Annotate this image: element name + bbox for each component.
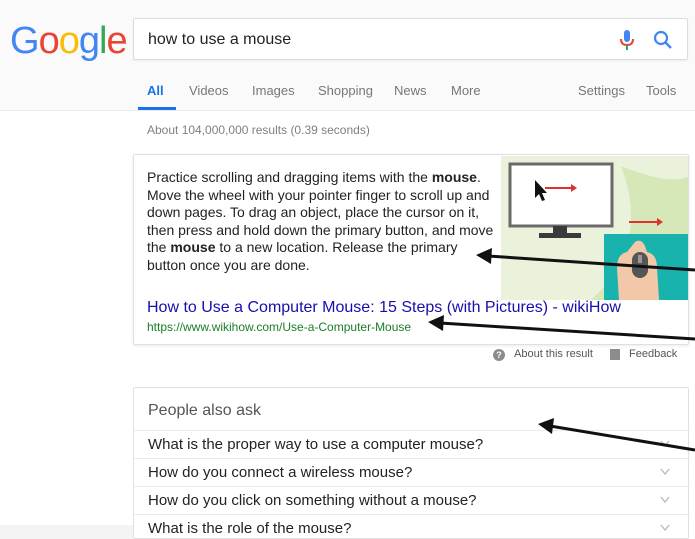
feedback-link[interactable]: Feedback <box>629 348 677 360</box>
feedback-flag-icon[interactable] <box>610 349 620 360</box>
magnifier-icon[interactable] <box>652 29 674 51</box>
tab-videos[interactable]: Videos <box>189 83 229 98</box>
help-circle-icon[interactable]: ? <box>493 349 505 361</box>
tab-tools[interactable]: Tools <box>646 83 676 98</box>
snippet-text: Practice scrolling and dragging items wi… <box>147 169 497 274</box>
logo-letter: G <box>10 20 40 62</box>
search-input[interactable]: how to use a mouse <box>148 31 291 49</box>
paa-question: What is the role of the mouse? <box>148 520 352 537</box>
logo-letter: o <box>38 20 60 62</box>
snippet-text-part: Practice scrolling and dragging items wi… <box>147 169 432 185</box>
microphone-icon[interactable] <box>616 28 638 52</box>
logo-letter: g <box>78 20 100 62</box>
page-footer-strip <box>0 525 133 539</box>
result-url[interactable]: https://www.wikihow.com/Use-a-Computer-M… <box>147 320 411 334</box>
paa-question: How do you click on something without a … <box>148 492 477 509</box>
chevron-down-icon <box>660 468 670 476</box>
tab-settings[interactable]: Settings <box>578 83 625 98</box>
tab-all[interactable]: All <box>147 83 164 98</box>
logo-letter: o <box>58 20 80 62</box>
paa-question: What is the proper way to use a computer… <box>148 436 484 453</box>
chevron-down-icon <box>660 524 670 532</box>
tab-news[interactable]: News <box>394 83 427 98</box>
paa-question-row[interactable]: What is the proper way to use a computer… <box>134 430 690 458</box>
chevron-down-icon <box>660 440 670 448</box>
paa-title: People also ask <box>148 402 261 419</box>
paa-question-row[interactable]: What is the role of the mouse? <box>134 514 690 539</box>
logo-letter: e <box>106 20 127 62</box>
tab-images[interactable]: Images <box>252 83 295 98</box>
snippet-bold-term: mouse <box>170 239 216 255</box>
paa-question: How do you connect a wireless mouse? <box>148 464 413 481</box>
people-also-ask-card: People also ask What is the proper way t… <box>133 387 690 539</box>
snippet-thumbnail[interactable] <box>501 156 689 300</box>
paa-question-row[interactable]: How do you connect a wireless mouse? <box>134 458 690 486</box>
chevron-down-icon <box>660 496 670 504</box>
tab-shopping[interactable]: Shopping <box>318 83 373 98</box>
google-logo[interactable]: Google <box>10 19 128 63</box>
active-tab-indicator <box>138 107 176 110</box>
paa-question-row[interactable]: How do you click on something without a … <box>134 486 690 514</box>
about-this-result-link[interactable]: About this result <box>514 348 593 360</box>
search-box[interactable]: how to use a mouse <box>133 18 688 60</box>
snippet-bold-term: mouse <box>431 169 477 185</box>
featured-snippet-card: Practice scrolling and dragging items wi… <box>133 154 689 345</box>
result-title-link[interactable]: How to Use a Computer Mouse: 15 Steps (w… <box>147 299 621 317</box>
result-stats: About 104,000,000 results (0.39 seconds) <box>147 123 370 137</box>
tab-more[interactable]: More <box>451 83 481 98</box>
header-bar: Google how to use a mouse All Videos Ima… <box>0 0 695 111</box>
